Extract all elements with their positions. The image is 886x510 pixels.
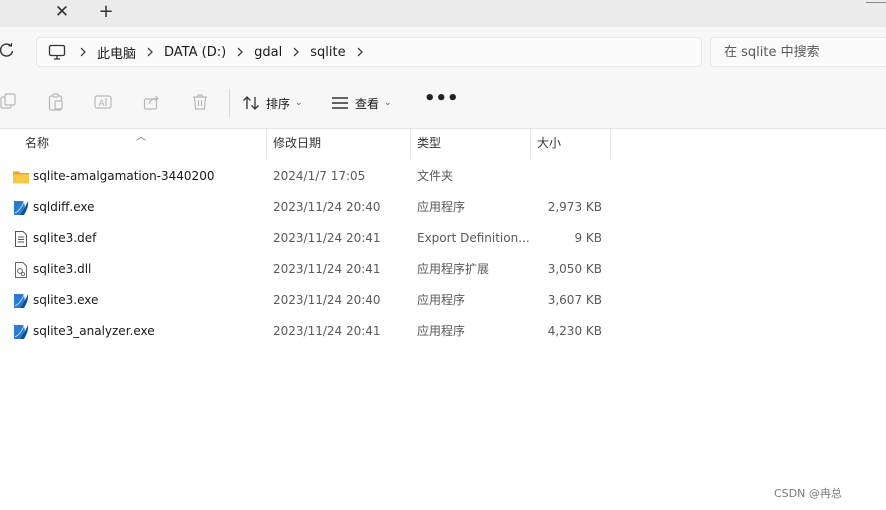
column-divider[interactable] bbox=[610, 129, 611, 158]
file-date: 2023/11/24 20:41 bbox=[273, 262, 381, 276]
sort-ascending-icon: ︿ bbox=[136, 132, 146, 143]
breadcrumb-item[interactable]: 此电脑 bbox=[95, 38, 138, 66]
file-size: 3,607 KB bbox=[547, 293, 602, 307]
document-icon bbox=[15, 231, 27, 247]
watermark: CSDN @冉总 bbox=[774, 487, 842, 500]
file-size: 9 KB bbox=[574, 231, 602, 245]
chevron-right-icon[interactable] bbox=[284, 37, 308, 67]
column-header-size[interactable]: 大小 bbox=[537, 129, 561, 158]
column-header-name[interactable]: 名称 bbox=[25, 129, 49, 158]
sort-button[interactable]: 排序 ⌄ bbox=[242, 89, 303, 117]
file-date: 2023/11/24 20:40 bbox=[273, 293, 381, 307]
file-type: Export Definition... bbox=[417, 231, 530, 245]
share-icon[interactable] bbox=[143, 93, 161, 111]
file-size: 3,050 KB bbox=[547, 262, 602, 276]
file-row[interactable]: sqlite-amalgamation-3440200 2024/1/7 17:… bbox=[0, 161, 620, 192]
view-list-icon bbox=[332, 97, 348, 109]
file-row[interactable]: sqlite3_analyzer.exe 2023/11/24 20:41 应用… bbox=[0, 316, 620, 347]
file-size: 4,230 KB bbox=[547, 324, 602, 338]
chevron-right-icon[interactable] bbox=[348, 37, 372, 67]
minimize-icon[interactable] bbox=[866, 2, 886, 6]
command-bar: A 排序 ⌄ 查看 ⌄ ••• bbox=[0, 75, 886, 129]
file-date: 2023/11/24 20:41 bbox=[273, 231, 381, 245]
file-date: 2023/11/24 20:40 bbox=[273, 200, 381, 214]
file-type: 应用程序 bbox=[417, 324, 466, 338]
chevron-right-icon[interactable] bbox=[228, 37, 252, 67]
file-name[interactable]: sqldiff.exe bbox=[33, 192, 95, 223]
breadcrumb-item[interactable]: DATA (D:) bbox=[162, 38, 228, 66]
column-divider[interactable] bbox=[266, 129, 267, 158]
file-name[interactable]: sqlite3.exe bbox=[33, 285, 98, 316]
file-date: 2024/1/7 17:05 bbox=[273, 169, 366, 183]
rename-icon[interactable]: A bbox=[94, 93, 112, 111]
column-divider[interactable] bbox=[530, 129, 531, 158]
plus-icon[interactable]: + bbox=[96, 3, 116, 23]
exe-icon bbox=[14, 201, 29, 215]
file-name[interactable]: sqlite3.def bbox=[33, 223, 96, 254]
close-icon[interactable]: ✕ bbox=[52, 3, 72, 23]
sort-label: 排序 bbox=[266, 96, 291, 111]
breadcrumb-item[interactable]: sqlite bbox=[308, 38, 347, 66]
file-type: 应用程序扩展 bbox=[417, 262, 490, 276]
file-name[interactable]: sqlite3.dll bbox=[33, 254, 91, 285]
file-type: 应用程序 bbox=[417, 293, 466, 307]
exe-icon bbox=[14, 325, 29, 339]
exe-icon bbox=[14, 294, 29, 308]
breadcrumb-item[interactable]: gdal bbox=[252, 38, 284, 66]
column-header-type[interactable]: 类型 bbox=[417, 129, 441, 158]
paste-icon[interactable] bbox=[47, 93, 65, 111]
file-date: 2023/11/24 20:41 bbox=[273, 324, 381, 338]
active-tab[interactable]: ✕ bbox=[0, 0, 84, 27]
view-button[interactable]: 查看 ⌄ bbox=[331, 89, 392, 117]
tab-bar: ✕ + bbox=[0, 0, 886, 27]
breadcrumb-label[interactable]: DATA (D:) bbox=[162, 45, 228, 60]
address-row: 此电脑 DATA (D:) gdal sqlite bbox=[0, 27, 886, 75]
file-row[interactable]: sqldiff.exe 2023/11/24 20:40 应用程序 2,973 … bbox=[0, 192, 620, 223]
computer-icon[interactable] bbox=[47, 42, 67, 62]
chevron-right-icon[interactable] bbox=[71, 37, 95, 67]
column-divider[interactable] bbox=[410, 129, 411, 158]
breadcrumb-label[interactable]: sqlite bbox=[308, 45, 347, 60]
svg-text:A: A bbox=[99, 99, 106, 109]
chevron-down-icon: ⌄ bbox=[295, 98, 303, 108]
column-headers: ︿ 名称 修改日期 类型 大小 bbox=[0, 129, 886, 158]
dll-icon bbox=[15, 262, 27, 278]
copy-icon[interactable] bbox=[0, 93, 18, 111]
file-type: 文件夹 bbox=[417, 169, 454, 183]
file-size: 2,973 KB bbox=[547, 200, 602, 214]
chevron-right-icon[interactable] bbox=[138, 37, 162, 67]
file-row[interactable]: sqlite3.dll 2023/11/24 20:41 应用程序扩展 3,05… bbox=[0, 254, 620, 285]
sort-icon bbox=[243, 96, 259, 110]
file-name[interactable]: sqlite-amalgamation-3440200 bbox=[33, 161, 214, 192]
file-row[interactable]: sqlite3.exe 2023/11/24 20:40 应用程序 3,607 … bbox=[0, 285, 620, 316]
refresh-icon[interactable] bbox=[0, 41, 16, 59]
file-row[interactable]: sqlite3.def 2023/11/24 20:41 Export Defi… bbox=[0, 223, 620, 254]
breadcrumb-label[interactable]: gdal bbox=[252, 45, 284, 60]
toolbar-separator bbox=[229, 89, 230, 117]
more-options-icon[interactable]: ••• bbox=[424, 89, 459, 115]
folder-icon bbox=[13, 171, 29, 184]
trash-icon[interactable] bbox=[191, 93, 209, 111]
file-name[interactable]: sqlite3_analyzer.exe bbox=[33, 316, 155, 347]
chevron-down-icon: ⌄ bbox=[384, 98, 392, 108]
file-type: 应用程序 bbox=[417, 200, 466, 214]
column-header-date[interactable]: 修改日期 bbox=[273, 129, 321, 158]
view-label: 查看 bbox=[355, 96, 380, 111]
search-box[interactable] bbox=[710, 37, 886, 67]
address-bar[interactable]: 此电脑 DATA (D:) gdal sqlite bbox=[36, 37, 702, 67]
search-input[interactable] bbox=[711, 38, 886, 66]
breadcrumb-label[interactable]: 此电脑 bbox=[95, 43, 138, 62]
